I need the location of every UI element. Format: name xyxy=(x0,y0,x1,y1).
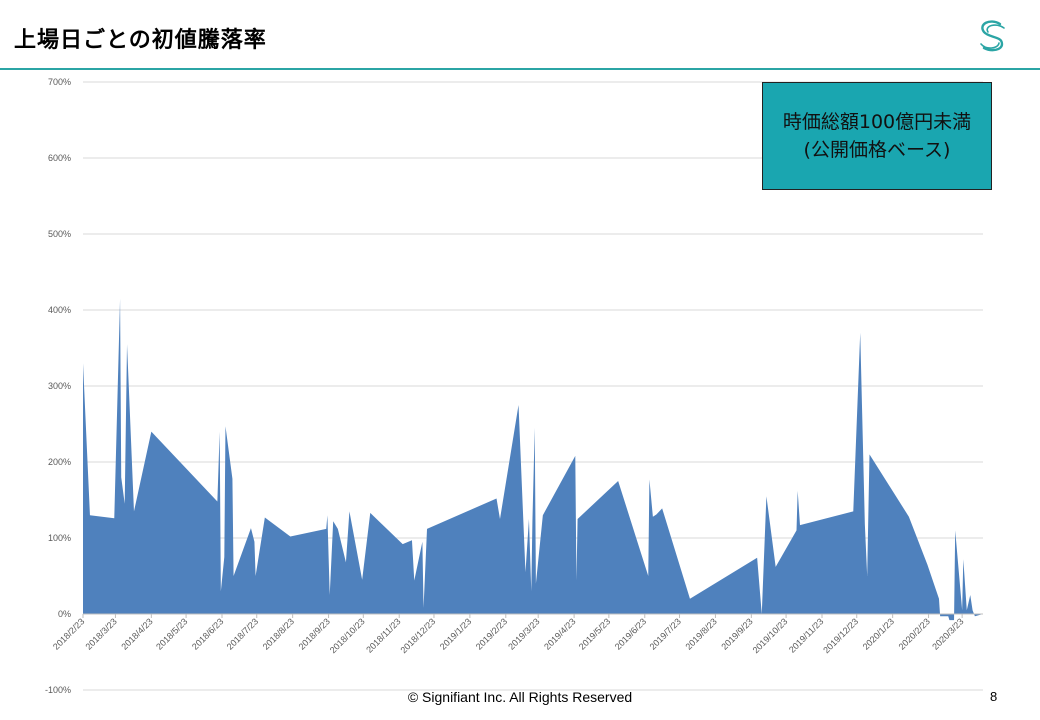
x-tick-label: 2019/8/23 xyxy=(683,616,718,651)
x-tick-label: 2018/6/23 xyxy=(190,616,225,651)
x-axis: 2018/2/232018/3/23 2018/4/23 2018/5/23 2018… xyxy=(51,613,983,655)
x-tick-label: 2019/4/23 xyxy=(542,616,577,651)
y-tick-label: 0% xyxy=(58,609,71,619)
x-tick-label: 2019/3/23 xyxy=(506,616,541,651)
x-tick-label: 2019/9/23 xyxy=(719,616,754,651)
y-tick-label: 100% xyxy=(48,533,71,543)
x-tick-label: 2018/2/23 xyxy=(51,616,86,651)
x-tick-label: 2019/5/23 xyxy=(577,616,612,651)
x-tick-label: 2020/1/23 xyxy=(861,616,896,651)
x-tick-label: 2019/7/23 xyxy=(648,616,683,651)
chart-series xyxy=(83,298,983,621)
y-tick-label: 500% xyxy=(48,229,71,239)
x-tick-label: 2018/9/23 xyxy=(297,616,332,651)
x-tick-label: 2019/12/23 xyxy=(821,616,860,655)
x-tick-label: 2018/5/23 xyxy=(154,616,189,651)
x-tick-label: 2019/11/23 xyxy=(787,616,825,654)
x-tick-label: 2018/7/23 xyxy=(225,616,260,651)
copyright-footer: © Signifiant Inc. All Rights Reserved xyxy=(407,689,633,705)
x-tick-label: 2020/2/23 xyxy=(897,616,932,651)
y-axis: -100%0%100%200%300%400%500%600%700% xyxy=(45,77,71,695)
x-tick-label: 2019/10/23 xyxy=(751,616,790,655)
y-tick-label: 700% xyxy=(48,77,71,87)
x-tick-label: 2018/12/23 xyxy=(398,616,437,655)
x-tick-label: 2019/1/23 xyxy=(438,616,473,651)
area-series xyxy=(83,298,983,621)
x-tick-label: 2018/11/23 xyxy=(364,616,402,654)
x-tick-label: 2018/8/23 xyxy=(261,616,296,651)
y-tick-label: 600% xyxy=(48,153,71,163)
x-tick-label: 2020/3/23 xyxy=(930,616,965,651)
page-number: 8 xyxy=(990,689,998,704)
y-tick-label: 400% xyxy=(48,305,71,315)
callout-line-1: 時価総額100億円未満 xyxy=(782,111,972,133)
x-tick-label: 2018/4/23 xyxy=(119,616,154,651)
x-tick-label: 2019/2/23 xyxy=(474,616,509,651)
x-tick-label: 2019/6/23 xyxy=(613,616,648,651)
chart-callout-box: 時価総額100億円未満 (公開価格ベース) xyxy=(762,82,992,190)
page-title: 上場日ごとの初値騰落率 xyxy=(14,28,267,53)
x-tick-label: 2018/3/23 xyxy=(83,616,118,651)
callout-line-2: (公開価格ベース) xyxy=(803,139,951,161)
x-tick-label: 2018/10/23 xyxy=(328,616,367,655)
y-tick-label: 300% xyxy=(48,381,71,391)
y-tick-label: 200% xyxy=(48,457,71,467)
signifiant-logo-icon xyxy=(980,20,1005,52)
